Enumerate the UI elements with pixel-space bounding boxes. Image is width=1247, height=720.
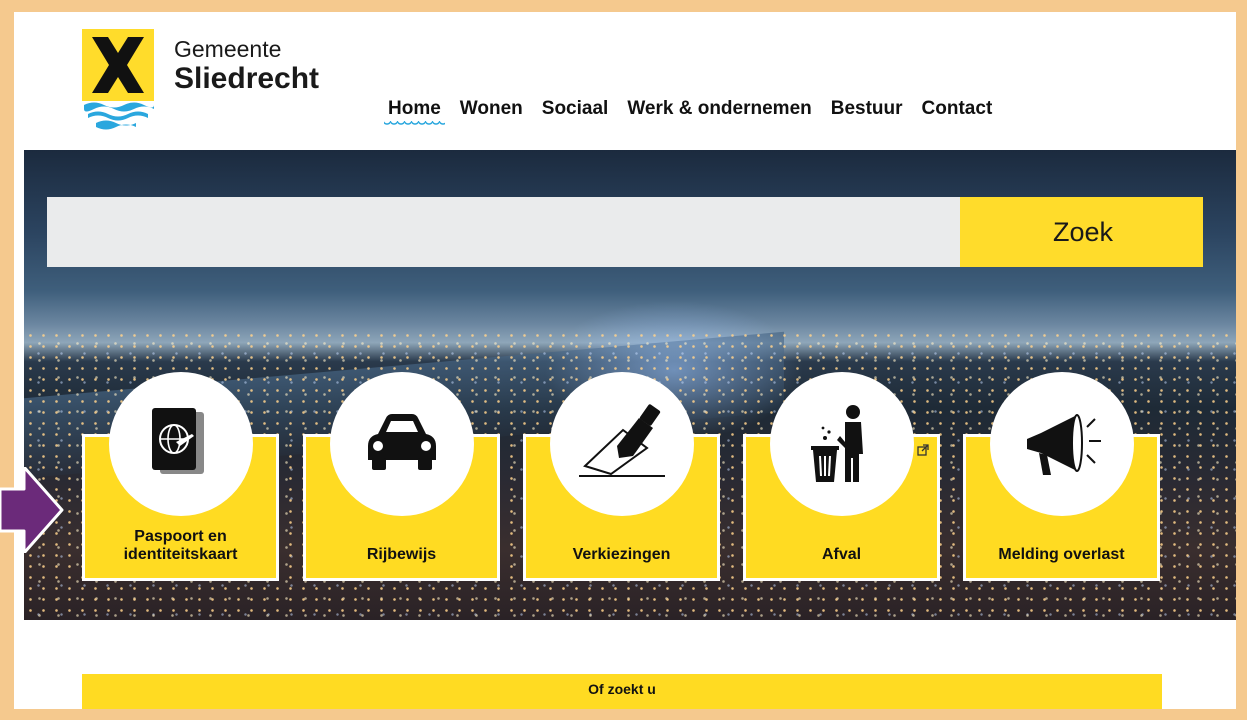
municipality-logo[interactable]: [82, 29, 154, 131]
tile-label: Rijbewijs: [366, 546, 437, 563]
brand-line-2: Sliedrecht: [174, 62, 320, 95]
tile-label: Paspoort en identiteitskaart: [123, 528, 238, 563]
nav-home[interactable]: Home: [384, 98, 445, 126]
car-icon: [368, 414, 436, 470]
tile-label: Verkiezingen: [572, 546, 671, 563]
tile-circle-afval[interactable]: [770, 372, 914, 516]
brand-line-1: Gemeente: [174, 36, 282, 62]
passport-icon: [152, 408, 204, 474]
nav-werk-ondernemen[interactable]: Werk & ondernemen: [627, 98, 811, 120]
nav-sociaal[interactable]: Sociaal: [542, 98, 609, 120]
ballot-vote-icon: [579, 404, 665, 477]
nav-bestuur[interactable]: Bestuur: [831, 98, 903, 120]
search-bar: Zoek: [47, 197, 1203, 267]
nav-wonen[interactable]: Wonen: [460, 98, 523, 120]
main-nav: Home Wonen Sociaal Werk & ondernemen Bes…: [384, 98, 1011, 126]
brand-name[interactable]: Gemeente Sliedrecht: [174, 36, 319, 96]
external-link-icon: [917, 444, 929, 456]
tile-circle-verkiezingen[interactable]: [550, 372, 694, 516]
tile-label: Melding overlast: [998, 546, 1125, 563]
tile-label: Afval: [821, 546, 862, 563]
of-zoekt-u-heading: Of zoekt u: [82, 674, 1162, 709]
search-button[interactable]: Zoek: [960, 197, 1203, 267]
tile-circle-rijbewijs[interactable]: [330, 372, 474, 516]
tile-circle-melding-overlast[interactable]: [990, 372, 1134, 516]
search-input[interactable]: [47, 197, 960, 267]
tile-circle-paspoort[interactable]: [109, 372, 253, 516]
waste-bin-icon: [811, 405, 863, 482]
page: Gemeente Sliedrecht Home Wonen Sociaal W…: [14, 12, 1236, 709]
pointer-arrow-icon: [0, 467, 64, 553]
megaphone-icon: [1027, 414, 1101, 475]
nav-contact[interactable]: Contact: [922, 98, 993, 120]
